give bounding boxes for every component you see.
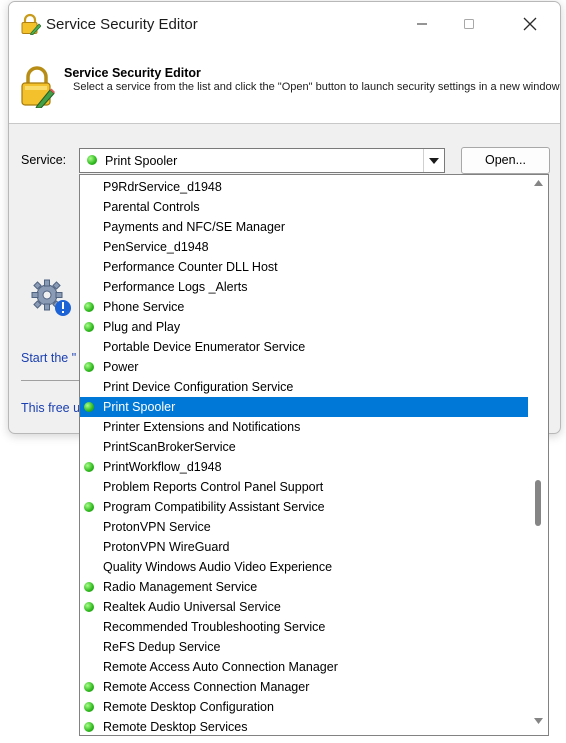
list-item[interactable]: PrintWorkflow_d1948 <box>80 457 528 477</box>
list-item[interactable]: Remote Access Auto Connection Manager <box>80 657 528 677</box>
list-item-label: Problem Reports Control Panel Support <box>103 480 324 494</box>
list-item[interactable]: PenService_d1948 <box>80 237 528 257</box>
close-icon <box>523 17 537 31</box>
list-item-label: P9RdrService_d1948 <box>103 180 222 194</box>
list-item-label: Program Compatibility Assistant Service <box>103 500 325 514</box>
list-item-label: Performance Counter DLL Host <box>103 260 278 274</box>
open-button[interactable]: Open... <box>461 147 550 174</box>
list-item[interactable]: Radio Management Service <box>80 577 528 597</box>
running-status-icon <box>84 462 94 472</box>
list-item[interactable]: Realtek Audio Universal Service <box>80 597 528 617</box>
list-item[interactable]: Power <box>80 357 528 377</box>
list-item[interactable]: ProtonVPN Service <box>80 517 528 537</box>
list-item[interactable]: Program Compatibility Assistant Service <box>80 497 528 517</box>
header-description: Select a service from the list and click… <box>73 81 561 93</box>
list-item[interactable]: Remote Desktop Configuration <box>80 697 528 717</box>
list-item-label: Radio Management Service <box>103 580 258 594</box>
dropdown-items: P9RdrService_d1948 Parental Controls Payme… <box>80 177 528 735</box>
chevron-up-icon <box>533 180 543 186</box>
list-item-label: Phone Service <box>103 300 185 314</box>
list-item[interactable]: ReFS Dedup Service <box>80 637 528 657</box>
list-item-label: Remote Access Connection Manager <box>103 680 310 694</box>
list-item[interactable]: Print Device Configuration Service <box>80 377 528 397</box>
list-item[interactable]: Portable Device Enumerator Service <box>80 337 528 357</box>
padlock-pencil-icon <box>21 13 41 35</box>
chevron-down-icon <box>429 157 439 164</box>
minimize-button[interactable] <box>399 2 445 46</box>
service-dropdown-list[interactable]: P9RdrService_d1948 Parental Controls Payme… <box>79 174 549 736</box>
list-item-label: Realtek Audio Universal Service <box>103 600 281 614</box>
list-item[interactable]: Problem Reports Control Panel Support <box>80 477 528 497</box>
list-item-label: Parental Controls <box>103 200 200 214</box>
list-item[interactable]: Parental Controls <box>80 197 528 217</box>
running-status-icon <box>87 155 97 165</box>
list-item-label: Print Spooler <box>103 400 176 414</box>
running-status-icon <box>84 322 94 332</box>
list-item-label: Payments and NFC/SE Manager <box>103 220 286 234</box>
minimize-icon <box>417 23 427 25</box>
list-item[interactable]: PrintScanBrokerService <box>80 437 528 457</box>
list-item-label: Print Device Configuration Service <box>103 380 294 394</box>
maximize-button[interactable] <box>446 2 492 46</box>
header-panel: Service Security Editor Select a service… <box>9 46 560 124</box>
list-item[interactable]: Plug and Play <box>80 317 528 337</box>
list-item-label: PenService_d1948 <box>103 240 209 254</box>
chevron-down-icon <box>533 718 543 724</box>
list-item-label: PrintScanBrokerService <box>103 440 236 454</box>
list-item[interactable]: ProtonVPN WireGuard <box>80 537 528 557</box>
list-item[interactable]: Print Spooler <box>80 397 528 417</box>
gear-warning-icon <box>31 279 71 316</box>
maximize-icon <box>464 19 474 29</box>
list-item-label: Performance Logs _Alerts <box>103 280 248 294</box>
list-item[interactable]: P9RdrService_d1948 <box>80 177 528 197</box>
service-label: Service: <box>21 153 67 167</box>
list-item[interactable]: Remote Desktop Services <box>80 717 528 735</box>
combobox-dropdown-button[interactable] <box>423 149 444 172</box>
list-item-label: Quality Windows Audio Video Experience <box>103 560 333 574</box>
window-title: Service Security Editor <box>46 16 198 33</box>
running-status-icon <box>84 702 94 712</box>
list-item[interactable]: Printer Extensions and Notifications <box>80 417 528 437</box>
running-status-icon <box>84 682 94 692</box>
info-text: This free u <box>21 401 81 415</box>
list-item[interactable]: Remote Access Connection Manager <box>80 677 528 697</box>
list-item-label: ReFS Dedup Service <box>103 640 221 654</box>
service-combobox-value: Print Spooler <box>105 154 178 168</box>
service-combobox[interactable]: Print Spooler <box>79 148 445 173</box>
scrollbar[interactable] <box>528 175 548 735</box>
list-item[interactable]: Quality Windows Audio Video Experience <box>80 557 528 577</box>
scroll-up-button[interactable] <box>528 180 548 192</box>
running-status-icon <box>84 722 94 732</box>
list-item-label: PrintWorkflow_d1948 <box>103 460 222 474</box>
running-status-icon <box>84 602 94 612</box>
list-item-label: ProtonVPN Service <box>103 520 211 534</box>
list-item-label: Printer Extensions and Notifications <box>103 420 301 434</box>
title-bar[interactable]: Service Security Editor <box>9 2 560 46</box>
list-item[interactable]: Recommended Troubleshooting Service <box>80 617 528 637</box>
scrollbar-thumb[interactable] <box>535 480 541 526</box>
list-item-label: Plug and Play <box>103 320 181 334</box>
running-status-icon <box>84 582 94 592</box>
list-item-label: Remote Access Auto Connection Manager <box>103 660 338 674</box>
list-item[interactable]: Performance Counter DLL Host <box>80 257 528 277</box>
list-item[interactable]: Performance Logs _Alerts <box>80 277 528 297</box>
padlock-pencil-icon <box>21 66 55 108</box>
list-item[interactable]: Payments and NFC/SE Manager <box>80 217 528 237</box>
close-button[interactable] <box>507 2 553 46</box>
running-status-icon <box>84 302 94 312</box>
header-title: Service Security Editor <box>64 66 201 80</box>
list-item-label: Portable Device Enumerator Service <box>103 340 306 354</box>
running-status-icon <box>84 502 94 512</box>
start-link[interactable]: Start the " <box>21 351 76 365</box>
list-item[interactable]: Phone Service <box>80 297 528 317</box>
list-item-label: Power <box>103 360 139 374</box>
list-item-label: ProtonVPN WireGuard <box>103 540 230 554</box>
running-status-icon <box>84 362 94 372</box>
scroll-down-button[interactable] <box>528 718 548 730</box>
running-status-icon <box>84 402 94 412</box>
list-item-label: Recommended Troubleshooting Service <box>103 620 326 634</box>
list-item-label: Remote Desktop Services <box>103 720 248 734</box>
list-item-label: Remote Desktop Configuration <box>103 700 274 714</box>
